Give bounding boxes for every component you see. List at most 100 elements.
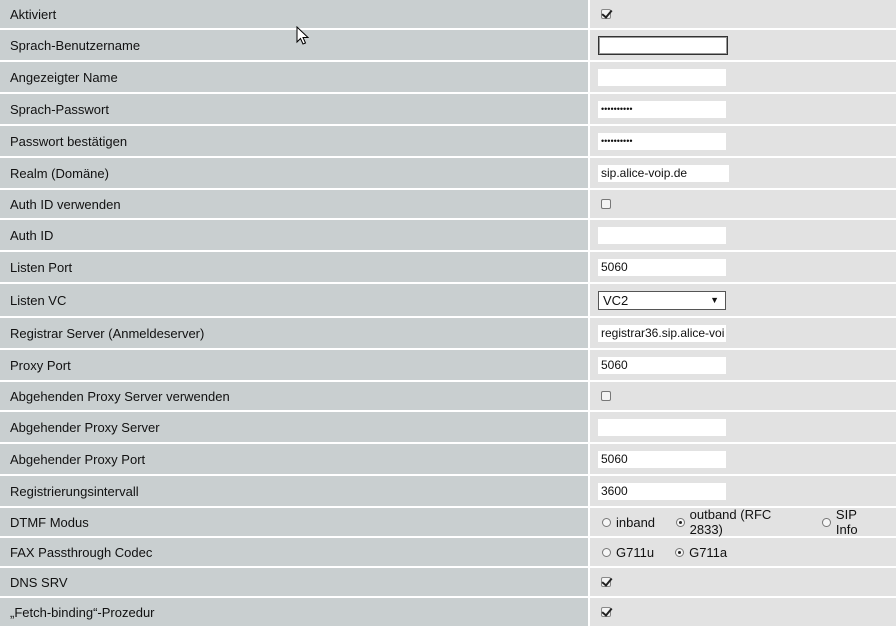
fax-passthrough-codec-radio-group: G711u G711a [598,545,744,560]
auth-id-verwenden-label: Auth ID verwenden [10,196,121,212]
realm-label: Realm (Domäne) [10,165,109,181]
sprach-benutzername-input[interactable] [598,35,728,55]
aktiviert-label: Aktiviert [10,6,57,22]
value-cell [590,412,896,444]
settings-row-sprach-benutzername: Sprach-Benutzername [0,30,896,62]
fax-passthrough-codec-option-0[interactable]: G711u [598,545,654,560]
value-cell: registrar36.sip.alice-voip.de [590,318,896,350]
abgehenden-proxy-verwenden-checkbox[interactable] [601,391,611,401]
value-cell [590,62,896,94]
radio-option-label: outband (RFC 2833) [689,507,772,537]
sprach-benutzername-label: Sprach-Benutzername [10,37,141,53]
radio-button[interactable] [602,547,611,557]
dns-srv-checkbox[interactable] [601,577,611,587]
auth-id-label: Auth ID [10,227,54,243]
settings-row-realm: Realm (Domäne) sip.alice-voip.de [0,158,896,190]
dtmf-modus-option-2[interactable]: SIP Info [818,507,879,537]
value-cell: G711u G711a [590,538,896,568]
auth-id-input[interactable] [598,226,726,244]
settings-row-angezeigter-name: Angezeigter Name [0,62,896,94]
label-cell: DNS SRV [0,568,588,598]
auth-id-verwenden-checkbox[interactable] [601,199,611,209]
value-cell: inband outband (RFC 2833) SIP Info [590,507,896,538]
aktiviert-checkbox[interactable] [601,9,611,19]
angezeigter-name-input[interactable] [598,68,726,86]
value-cell: 5060 [590,350,896,382]
radio-button[interactable] [602,517,611,527]
label-cell: Listen VC [0,284,588,318]
proxy-port-input[interactable]: 5060 [598,356,726,374]
dtmf-modus-option-0[interactable]: inband [598,515,655,530]
realm-input[interactable]: sip.alice-voip.de [598,164,729,182]
radio-button[interactable] [675,547,685,557]
label-cell: Aktiviert [0,0,588,30]
settings-row-fetch-binding: „Fetch-binding“-Prozedur [0,598,896,628]
settings-row-auth-id-verwenden: Auth ID verwenden [0,190,896,220]
value-cell [590,598,896,628]
label-cell: Abgehenden Proxy Server verwenden [0,382,588,412]
fax-passthrough-codec-option-1[interactable]: G711a [671,545,727,560]
sprach-passwort-password-field[interactable]: •••••••••• [598,100,726,118]
value-cell: •••••••••• [590,94,896,126]
label-cell: Passwort bestätigen [0,126,588,158]
label-cell: Registrar Server (Anmeldeserver) [0,318,588,350]
value-cell [590,190,896,220]
value-cell [590,568,896,598]
registrierungsintervall-input[interactable]: 3600 [598,482,726,500]
mouse-cursor-icon [296,26,310,45]
passwort-bestaetigen-password-field[interactable]: •••••••••• [598,132,726,150]
settings-row-dtmf-modus: DTMF Modus inband outband (RFC 2833) SIP In… [0,507,896,538]
settings-row-listen-vc: Listen VC VC2 ▼ [0,284,896,318]
select-value: VC2 [603,292,629,308]
settings-row-registrierungsintervall: Registrierungsintervall 3600 [0,476,896,508]
label-cell: Listen Port [0,252,588,284]
registrar-server-input[interactable]: registrar36.sip.alice-voip.de [598,324,726,342]
settings-row-passwort-bestaetigen: Passwort bestätigen •••••••••• [0,126,896,158]
settings-row-abgehender-proxy-server: Abgehender Proxy Server [0,412,896,444]
dtmf-modus-option-1[interactable]: outband (RFC 2833) [672,507,801,537]
label-cell: Registrierungsintervall [0,476,588,508]
value-cell [590,382,896,412]
passwort-bestaetigen-label: Passwort bestätigen [10,133,128,149]
listen-vc-select[interactable]: VC2 ▼ [598,290,726,310]
settings-row-listen-port: Listen Port 5060 [0,252,896,284]
value-cell: •••••••••• [590,126,896,158]
abgehender-proxy-server-label: Abgehender Proxy Server [10,419,160,435]
label-cell: „Fetch-binding“-Prozedur [0,598,588,628]
abgehender-proxy-port-input[interactable]: 5060 [598,450,726,468]
abgehenden-proxy-verwenden-label: Abgehenden Proxy Server verwenden [10,388,230,404]
radio-option-label: G711u [616,544,655,560]
label-cell: DTMF Modus [0,508,588,538]
radio-button[interactable] [676,517,685,527]
radio-option-label: inband [616,514,656,530]
value-cell: 3600 [590,476,896,508]
settings-row-proxy-port: Proxy Port 5060 [0,350,896,382]
fax-passthrough-codec-label: FAX Passthrough Codec [10,544,153,560]
dns-srv-label: DNS SRV [10,574,68,590]
angezeigter-name-label: Angezeigter Name [10,69,118,85]
label-cell: Sprach-Passwort [0,94,588,126]
label-cell: Proxy Port [0,350,588,382]
label-cell: Sprach-Benutzername [0,30,588,62]
value-cell [590,30,896,62]
fetch-binding-checkbox[interactable] [601,607,611,617]
label-cell: Abgehender Proxy Server [0,412,588,444]
radio-option-label: SIP Info [835,507,858,537]
label-cell: FAX Passthrough Codec [0,538,588,568]
registrierungsintervall-label: Registrierungsintervall [10,483,139,499]
abgehender-proxy-server-input[interactable] [598,418,726,436]
value-cell [590,0,896,30]
settings-row-registrar-server: Registrar Server (Anmeldeserver) registra… [0,318,896,350]
value-cell: sip.alice-voip.de [590,158,896,190]
label-cell: Realm (Domäne) [0,158,588,190]
radio-button[interactable] [822,517,831,527]
settings-row-fax-passthrough-codec: FAX Passthrough Codec G711u G711a [0,538,896,568]
label-cell: Angezeigter Name [0,62,588,94]
label-cell: Auth ID verwenden [0,190,588,220]
value-cell: VC2 ▼ [590,284,896,318]
settings-row-dns-srv: DNS SRV [0,568,896,598]
settings-row-sprach-passwort: Sprach-Passwort •••••••••• [0,94,896,126]
label-cell: Abgehender Proxy Port [0,444,588,476]
listen-port-input[interactable]: 5060 [598,258,726,276]
sprach-passwort-label: Sprach-Passwort [10,101,109,117]
